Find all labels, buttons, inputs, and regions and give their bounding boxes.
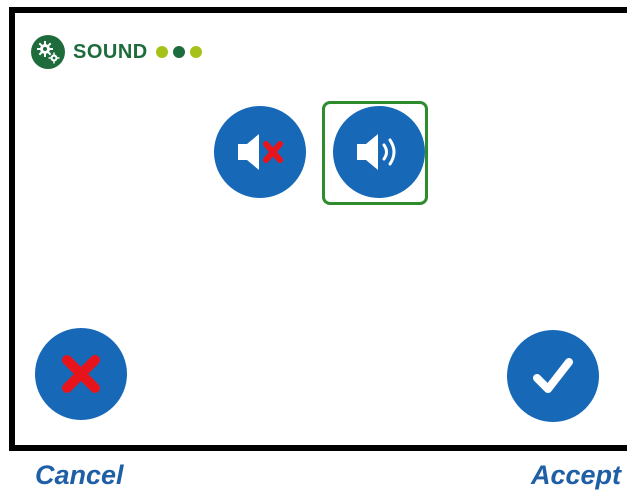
cancel-button[interactable] [35,328,127,420]
close-icon [62,355,100,393]
accept-button[interactable] [507,330,599,422]
accept-label[interactable]: Accept [531,460,621,491]
speaker-muted-icon [238,134,283,170]
cancel-label[interactable]: Cancel [35,460,124,491]
progress-dots [155,46,202,58]
progress-dot [155,46,168,58]
progress-dot [189,46,202,58]
speaker-on-icon [357,134,396,170]
screen-header: SOUND [31,35,202,69]
progress-dot-current [172,46,185,58]
screen-title: SOUND [73,40,148,63]
mute-option-button[interactable] [214,106,306,198]
gears-icon [31,35,65,69]
checkmark-icon [533,358,573,393]
sound-on-option-button[interactable] [333,106,425,198]
